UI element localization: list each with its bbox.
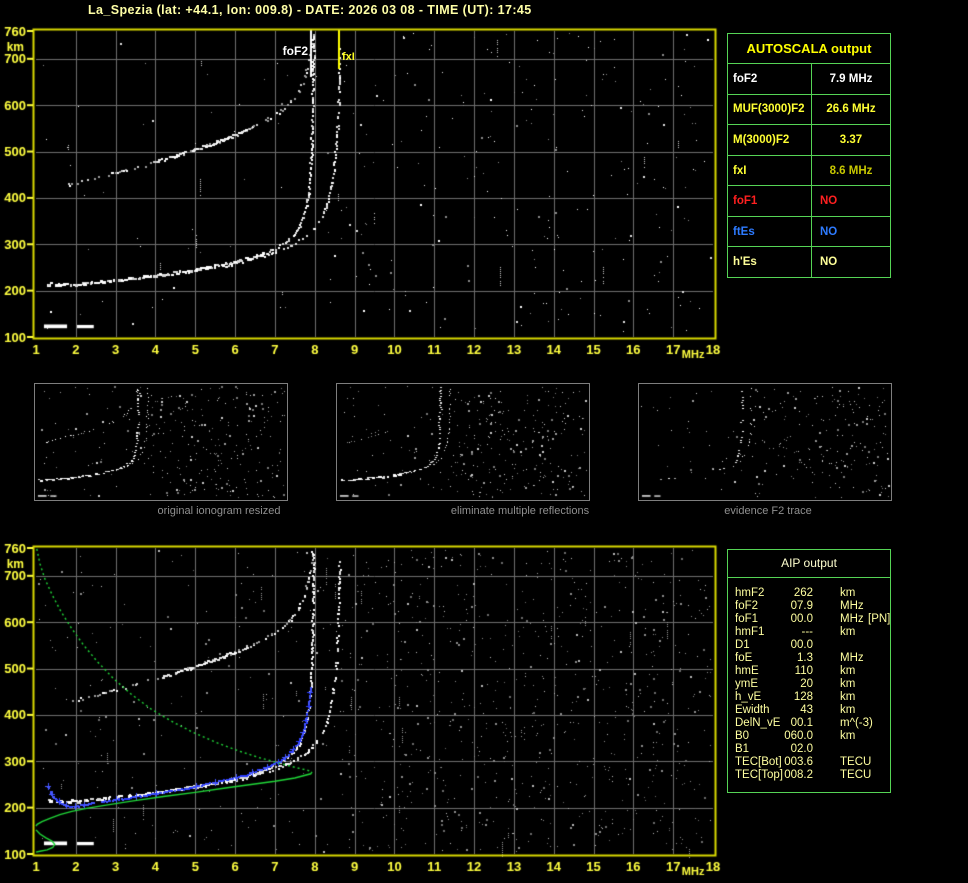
- thumbnail-caption: eliminate multiple reflections: [450, 505, 590, 517]
- param-extra: [PN]: [868, 613, 891, 625]
- param-label: foF2: [735, 600, 759, 612]
- param-label: ftEs: [728, 216, 812, 247]
- autoscala-output-table: AUTOSCALA output foF2 7.9 MHz MUF(3000)F2 2…: [727, 33, 891, 278]
- autoscala-table-header: AUTOSCALA output: [746, 41, 872, 56]
- table-row: hmE 110 km: [728, 665, 890, 678]
- param-unit: MHz: [840, 600, 864, 612]
- param-unit: km: [840, 691, 856, 703]
- table-row: M(3000)F2 3.37: [728, 124, 890, 155]
- param-unit: km: [840, 730, 856, 742]
- param-unit: km: [840, 665, 856, 677]
- table-row: B1 02.0: [728, 743, 890, 756]
- param-label: hmF1: [735, 626, 765, 638]
- table-row: h_vE 128 km: [728, 691, 890, 704]
- table-row: foE 1.3 MHz: [728, 652, 890, 665]
- param-unit: m^(-3): [840, 717, 873, 729]
- raw-ionogram-plot: [0, 20, 724, 370]
- table-row: D1 00.0: [728, 639, 890, 652]
- table-row: hmF1 --- km: [728, 626, 890, 639]
- param-value: 02.0: [790, 743, 813, 755]
- param-value: 43: [800, 704, 813, 716]
- table-row: h'Es NO: [728, 246, 890, 278]
- aip-table-header: AIP output: [728, 550, 890, 578]
- thumbnail-caption: original ionogram resized: [157, 505, 281, 517]
- param-value: 00.1: [790, 717, 813, 729]
- param-value: 3.37: [839, 133, 863, 146]
- param-label: B1: [735, 743, 750, 755]
- table-row: foF1 00.0 MHz [PN]: [728, 613, 890, 626]
- table-row: foF2 7.9 MHz: [728, 63, 890, 94]
- table-row: hmF2 262 km: [728, 587, 890, 600]
- param-value: NO: [820, 195, 838, 208]
- table-row: DelN_vE 00.1 m^(-3): [728, 717, 890, 730]
- param-label: Ewidth: [735, 704, 770, 716]
- param-value: 110: [794, 665, 813, 677]
- param-unit: MHz: [840, 613, 864, 625]
- page-title: La_Spezia (lat: +44.1, lon: 009.8) - DAT…: [88, 3, 532, 17]
- table-row: foF2 07.9 MHz: [728, 600, 890, 613]
- param-value: 1.3: [797, 652, 813, 664]
- table-row: fxI 8.6 MHz: [728, 154, 890, 186]
- table-row: MUF(3000)F2 26.6 MHz: [728, 93, 890, 125]
- param-label: hmF2: [735, 587, 765, 599]
- autoscala-app-window: La_Spezia (lat: +44.1, lon: 009.8) - DAT…: [0, 0, 968, 883]
- table-row: B0 060.0 km: [728, 730, 890, 743]
- param-value: NO: [820, 225, 838, 238]
- param-label: D1: [735, 639, 750, 651]
- thumbnail-evidence-f2-trace: [638, 383, 892, 501]
- fxi-marker-label: fxI: [342, 51, 355, 63]
- param-value: 003.6: [784, 756, 813, 768]
- table-row: foF1 NO: [728, 185, 890, 216]
- param-label: foF1: [728, 186, 812, 216]
- param-label: M(3000)F2: [728, 125, 812, 155]
- fitted-ionogram-plot: [0, 537, 724, 883]
- param-value: 8.6 MHz: [829, 164, 873, 177]
- param-value: 128: [793, 691, 813, 703]
- thumbnail-caption: evidence F2 trace: [724, 505, 812, 517]
- table-row: TEC[Top] 008.2 TECU: [728, 769, 890, 782]
- param-unit: km: [840, 704, 856, 716]
- table-row: TEC[Bot] 003.6 TECU: [728, 756, 890, 769]
- table-row: Ewidth 43 km: [728, 704, 890, 717]
- param-label: foE: [735, 652, 753, 664]
- param-unit: TECU: [840, 756, 872, 768]
- fof2-marker-label: foF2: [282, 44, 308, 58]
- param-value: ---: [801, 626, 814, 638]
- param-value: 008.2: [784, 769, 813, 781]
- param-unit: TECU: [840, 769, 872, 781]
- param-value: 262: [793, 587, 813, 599]
- autoscala-table-rows: foF2 7.9 MHz MUF(3000)F2 26.6 MHz M(3000)F2 3…: [728, 63, 890, 278]
- param-value: 00.0: [790, 613, 813, 625]
- param-unit: km: [840, 626, 856, 638]
- param-label: hmE: [735, 665, 759, 677]
- param-value: NO: [820, 256, 838, 269]
- param-value: 07.9: [790, 600, 813, 612]
- param-value: 060.0: [784, 730, 813, 742]
- param-label: B0: [735, 730, 750, 742]
- aip-table-rows: hmF2 262 km foF2 07.9 MHz foF1 00.0 MHz [PN] hmF1 -…: [728, 578, 890, 782]
- param-label: MUF(3000)F2: [728, 94, 812, 125]
- param-label: ymE: [735, 678, 758, 690]
- param-label: h'Es: [728, 247, 812, 278]
- thumbnail-original-ionogram: [34, 383, 288, 501]
- param-unit: km: [840, 587, 856, 599]
- param-label: fxI: [728, 155, 812, 186]
- param-value: 26.6 MHz: [826, 103, 876, 116]
- param-label: h_vE: [735, 691, 762, 703]
- aip-output-table: AIP output hmF2 262 km foF2 07.9 MHz foF1 00.0 M…: [727, 549, 891, 793]
- param-value: 00.0: [790, 639, 813, 651]
- param-value: 20: [800, 678, 813, 690]
- thumbnail-eliminate-reflections: [336, 383, 590, 501]
- param-unit: km: [840, 678, 856, 690]
- param-label: foF2: [728, 64, 812, 94]
- table-row: ymE 20 km: [728, 678, 890, 691]
- param-label: foF1: [735, 613, 759, 625]
- table-row: ftEs NO: [728, 215, 890, 247]
- param-unit: MHz: [840, 652, 864, 664]
- param-value: 7.9 MHz: [829, 72, 873, 85]
